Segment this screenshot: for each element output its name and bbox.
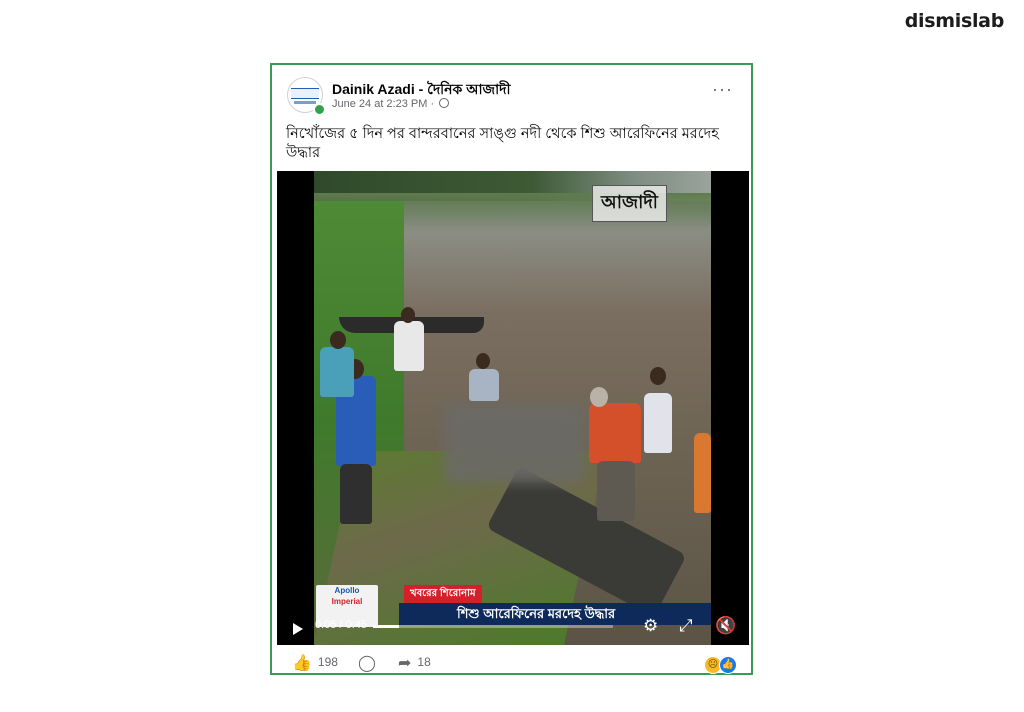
person-teal-shirt <box>320 347 354 397</box>
person-grey-shirt <box>469 369 499 401</box>
person-head <box>650 367 666 385</box>
person-white-shirt <box>394 321 424 371</box>
progress-bar[interactable] <box>373 625 613 628</box>
post-footer: 👍 198 ◯ ➦ 18 ☹ 👍 <box>272 651 751 674</box>
post-header: Dainik Azadi - দৈনিক আজাদী June 24 at 2:… <box>272 65 751 125</box>
video-controls: 0:05 / 0:45 ⚙ ⤢ 🔇 <box>277 609 749 645</box>
avatar-logo-underline <box>294 101 316 104</box>
person-red-shirt <box>589 403 641 463</box>
progress-fill <box>373 625 400 628</box>
dismislab-logo: dismislab <box>904 10 1005 32</box>
share-action[interactable]: ➦ 18 <box>398 653 431 673</box>
meta-separator: · <box>430 98 435 110</box>
like-icon: 👍 <box>292 655 312 672</box>
sponsor-line2: Imperial <box>331 597 363 606</box>
comment-action[interactable]: ◯ <box>358 653 382 673</box>
settings-icon[interactable]: ⚙ <box>643 617 658 634</box>
fullscreen-icon[interactable]: ⤢ <box>679 617 693 634</box>
blurred-area <box>444 403 584 483</box>
online-indicator <box>313 103 326 116</box>
like-action[interactable]: 👍 198 <box>292 653 338 673</box>
person-head <box>590 387 608 407</box>
person-head <box>401 307 415 323</box>
time-display: 0:05 / 0:45 <box>315 619 367 631</box>
ticker-tag: খবরের শিরোনাম <box>404 585 482 604</box>
sponsor-line1: Apollo <box>334 586 360 595</box>
person-head <box>330 331 346 349</box>
person-orange <box>694 433 711 513</box>
reaction-icons[interactable]: ☹ 👍 <box>704 654 737 674</box>
share-icon: ➦ <box>398 655 412 672</box>
video-player[interactable]: আজাদী Apollo Imperial খবরের শিরোনাম শিশু… <box>277 171 749 645</box>
globe-icon <box>439 98 450 108</box>
person-head <box>476 353 490 369</box>
mute-icon[interactable]: 🔇 <box>715 617 736 634</box>
more-icon[interactable]: ··· <box>712 79 733 100</box>
post-meta: June 24 at 2:23 PM · <box>332 98 450 110</box>
person-lungi <box>597 461 635 521</box>
post-timestamp[interactable]: June 24 at 2:23 PM <box>332 98 427 110</box>
play-icon[interactable] <box>293 623 303 635</box>
share-count: 18 <box>417 655 431 669</box>
person-standing <box>644 393 672 453</box>
like-count: 198 <box>317 655 338 669</box>
facebook-post-card: Dainik Azadi - দৈনিক আজাদী June 24 at 2:… <box>270 63 753 675</box>
like-reaction-icon: 👍 <box>719 656 737 674</box>
channel-watermark: আজাদী <box>592 185 667 222</box>
avatar-logo-band <box>291 88 319 99</box>
post-text: নিখোঁজের ৫ দিন পর বান্দরবানের সাঙ্গু নদী… <box>286 126 719 161</box>
comment-icon: ◯ <box>358 655 376 672</box>
video-frame: আজাদী Apollo Imperial খবরের শিরোনাম শিশু… <box>314 171 711 645</box>
person-legs <box>340 464 372 524</box>
